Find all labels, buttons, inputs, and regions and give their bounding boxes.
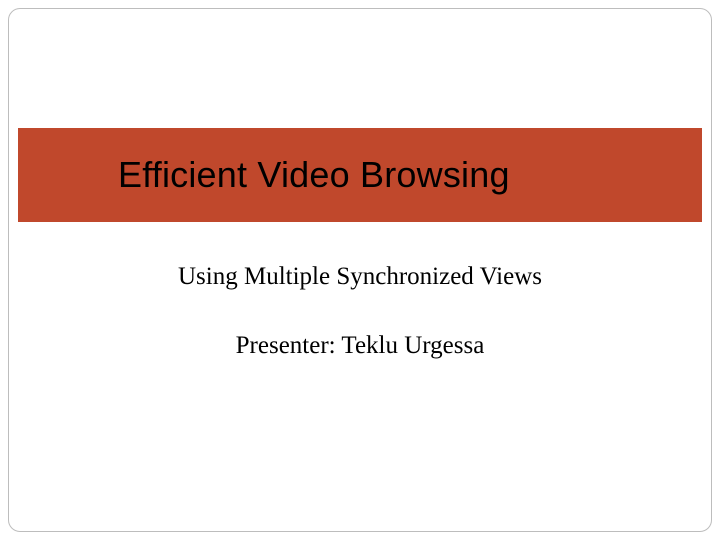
slide-title: Efficient Video Browsing bbox=[118, 154, 510, 196]
title-band: Efficient Video Browsing bbox=[18, 128, 702, 222]
slide-presenter: Presenter: Teklu Urgessa bbox=[9, 332, 711, 360]
slide-subtitle: Using Multiple Synchronized Views bbox=[9, 263, 711, 291]
slide-frame: Efficient Video Browsing Using Multiple … bbox=[8, 8, 712, 532]
